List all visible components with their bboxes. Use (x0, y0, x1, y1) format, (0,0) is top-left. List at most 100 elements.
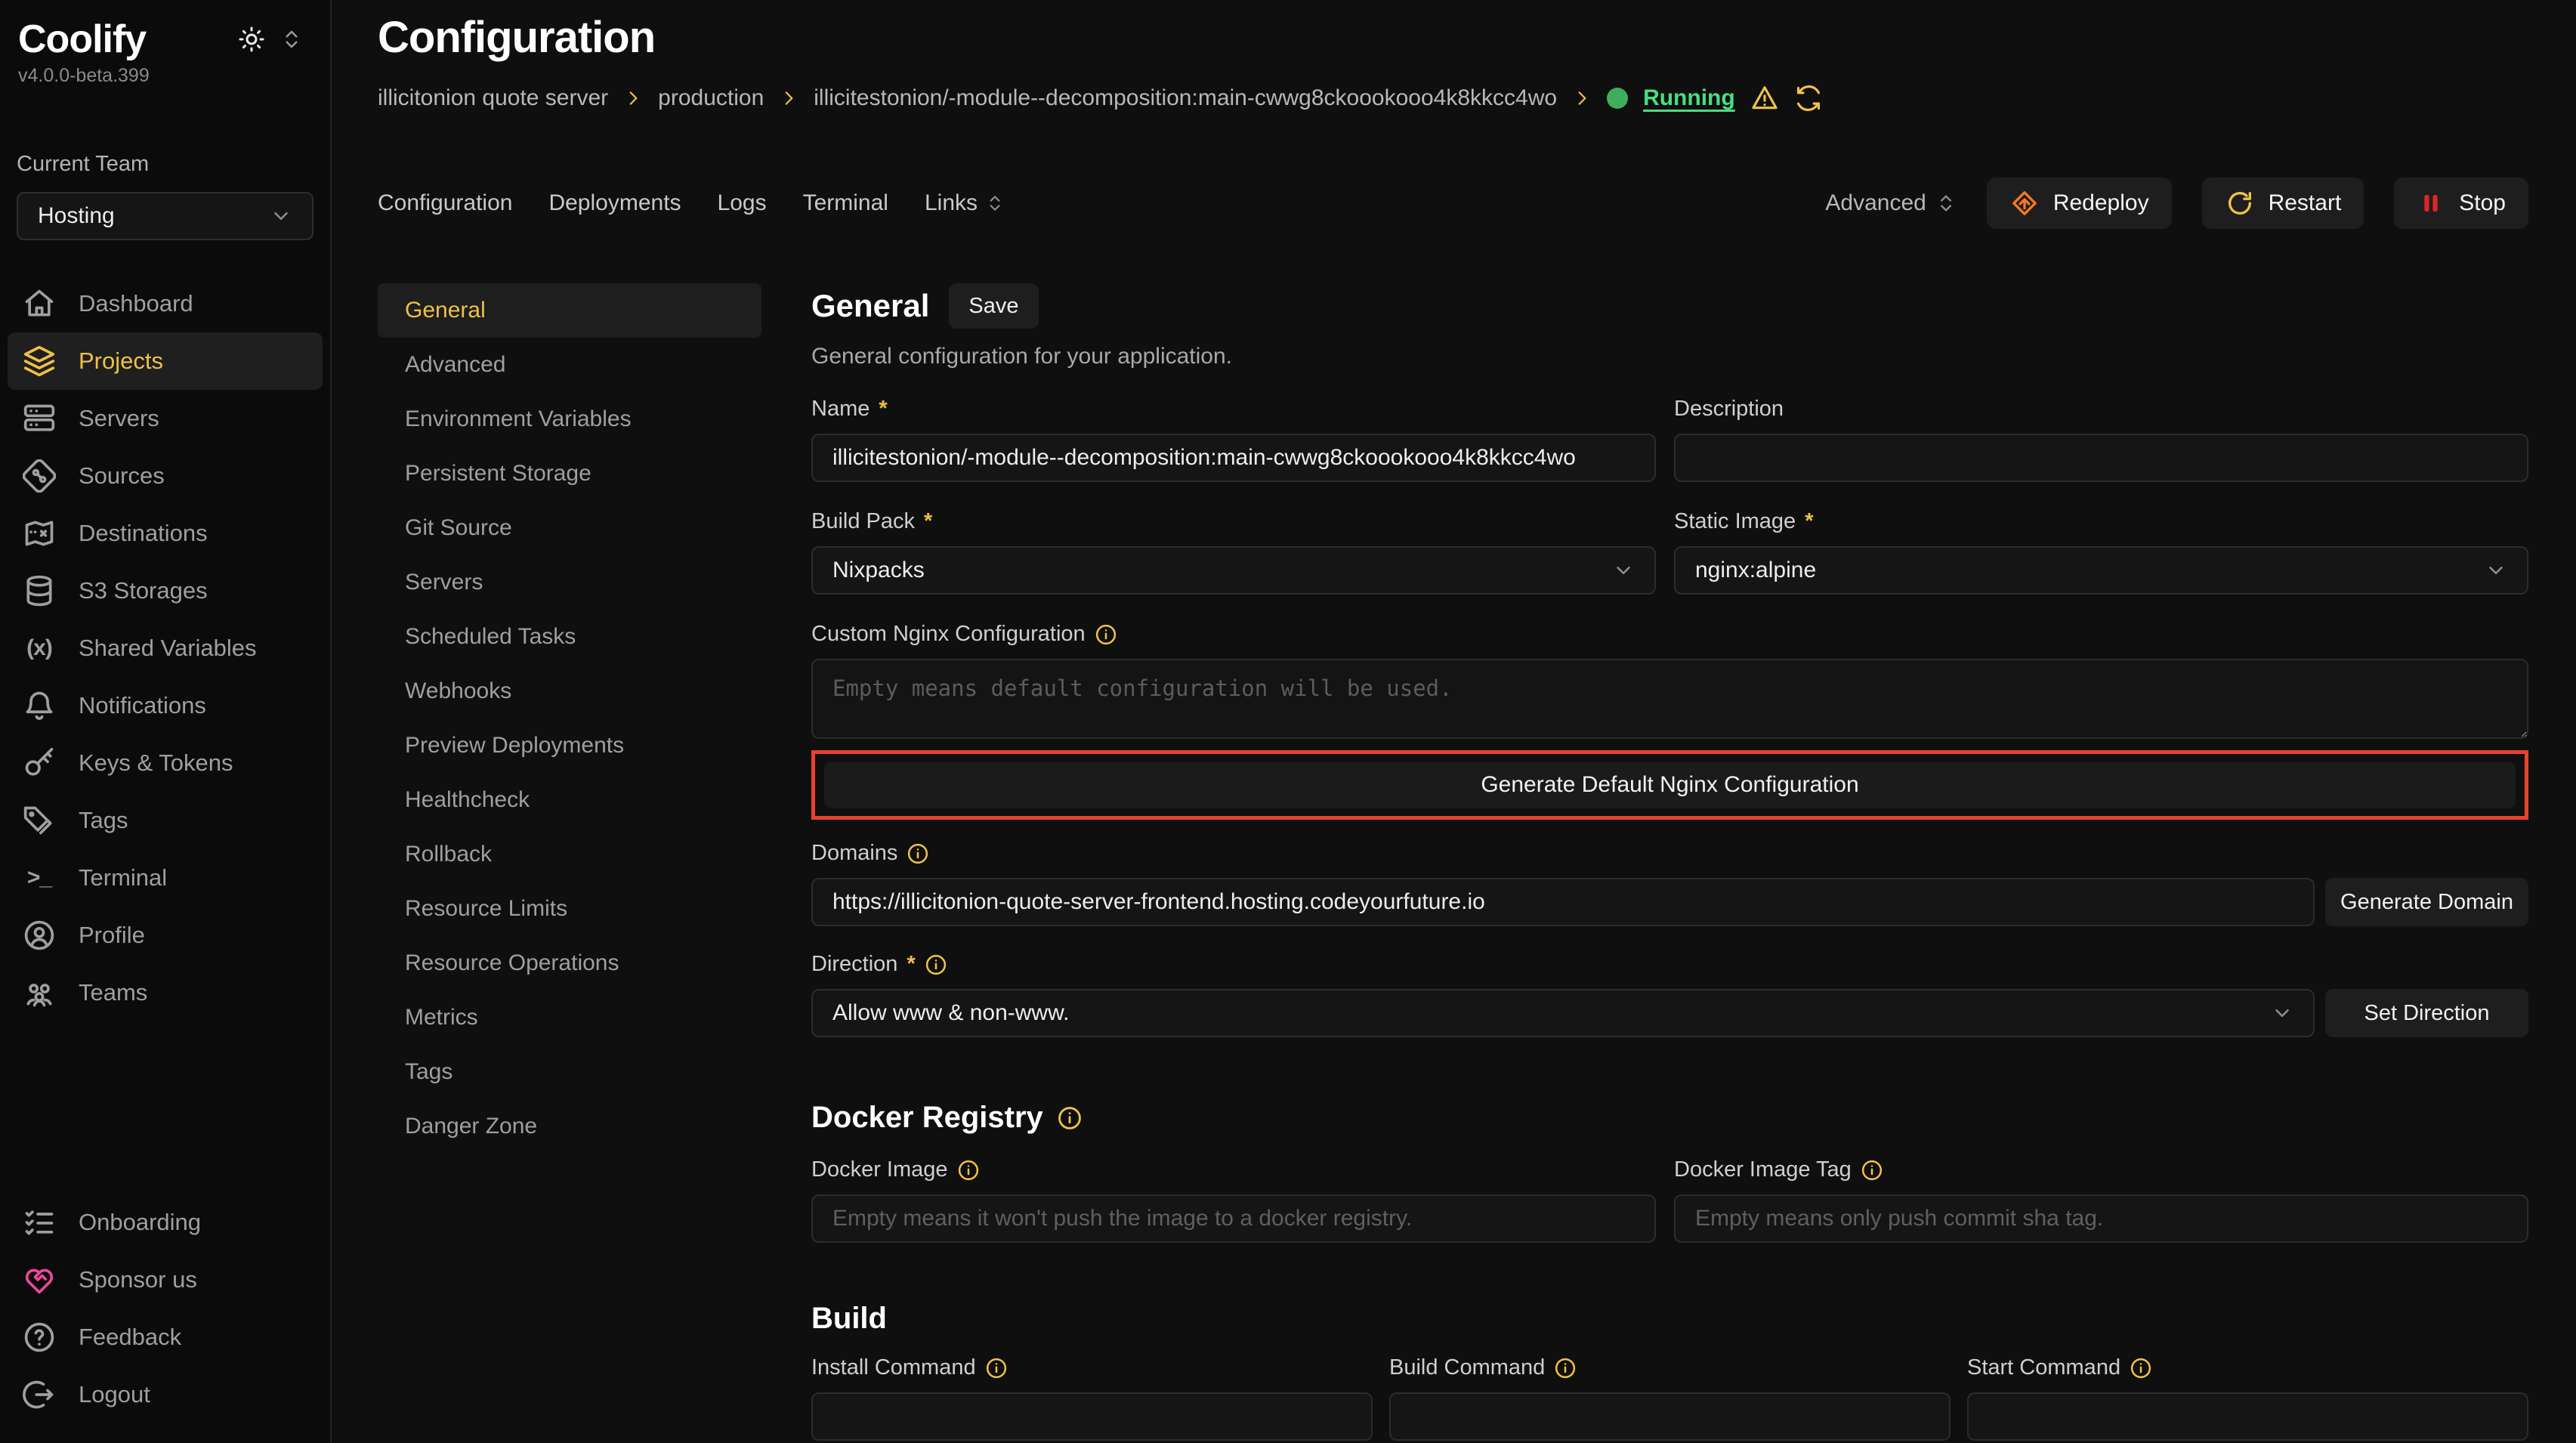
info-icon[interactable] (2130, 1357, 2152, 1380)
theme-sun-icon[interactable] (238, 26, 265, 57)
settings-nav-git-source[interactable]: Git Source (378, 501, 761, 555)
start-command-label: Start Command (1967, 1355, 2120, 1380)
advanced-dropdown[interactable]: Advanced (1825, 190, 1956, 216)
sidebar-item-notifications[interactable]: Notifications (8, 677, 323, 734)
info-icon[interactable] (907, 842, 929, 865)
save-button[interactable]: Save (949, 283, 1038, 329)
domains-input[interactable] (811, 878, 2315, 926)
sidebar-item-label: Dashboard (79, 290, 193, 317)
key-icon (23, 746, 56, 780)
settings-nav-metrics[interactable]: Metrics (378, 990, 761, 1045)
redeploy-button[interactable]: Redeploy (1987, 178, 2172, 229)
team-select[interactable]: Hosting (17, 192, 314, 240)
tab-terminal[interactable]: Terminal (803, 190, 888, 216)
build-command-input[interactable] (1389, 1392, 1951, 1441)
settings-nav-persistent-storage[interactable]: Persistent Storage (378, 446, 761, 501)
direction-select[interactable]: Allow www & non-www. (811, 989, 2315, 1037)
name-input[interactable] (811, 434, 1656, 482)
refresh-icon[interactable] (1794, 84, 1823, 113)
app-logo: Coolify (18, 17, 146, 62)
sidebar-item-keys-tokens[interactable]: Keys & Tokens (8, 734, 323, 792)
build-pack-select[interactable]: Nixpacks (811, 546, 1656, 595)
info-icon[interactable] (1057, 1105, 1083, 1131)
sidebar-item-sponsor-us[interactable]: Sponsor us (8, 1251, 323, 1309)
sidebar-item-tags[interactable]: Tags (8, 792, 323, 849)
info-icon[interactable] (985, 1357, 1008, 1380)
docker-image-input[interactable] (811, 1194, 1656, 1243)
sidebar-item-profile[interactable]: Profile (8, 907, 323, 964)
warning-triangle-icon[interactable] (1750, 84, 1779, 113)
info-icon[interactable] (925, 953, 947, 976)
breadcrumb-application[interactable]: illicitestonion/-module--decomposition:m… (814, 85, 1557, 111)
info-icon[interactable] (1095, 623, 1117, 646)
sidebar-item-feedback[interactable]: Feedback (8, 1309, 323, 1366)
sidebar-item-label: Terminal (79, 864, 167, 891)
sidebar: Coolify v4.0.0-beta.399 Current Team Hos… (0, 0, 332, 1443)
start-command-input[interactable] (1967, 1392, 2528, 1441)
bell-icon (23, 689, 56, 722)
sidebar-item-label: Sponsor us (79, 1266, 197, 1293)
generate-domain-button[interactable]: Generate Domain (2325, 878, 2528, 926)
sidebar-item-shared-variables[interactable]: (x) Shared Variables (8, 620, 323, 677)
tab-logs[interactable]: Logs (718, 190, 767, 216)
sidebar-item-servers[interactable]: Servers (8, 390, 323, 447)
settings-nav-scheduled-tasks[interactable]: Scheduled Tasks (378, 610, 761, 664)
help-circle-icon (23, 1321, 56, 1354)
info-icon[interactable] (957, 1159, 980, 1182)
settings-nav-servers[interactable]: Servers (378, 555, 761, 610)
build-pack-label: Build Pack (811, 509, 915, 534)
theme-chevrons-icon[interactable] (280, 28, 303, 54)
docker-registry-title: Docker Registry (811, 1101, 1043, 1135)
settings-nav-tags[interactable]: Tags (378, 1045, 761, 1099)
sidebar-item-label: Tags (79, 807, 128, 834)
settings-nav-preview-deployments[interactable]: Preview Deployments (378, 718, 761, 773)
status-running-link[interactable]: Running (1643, 85, 1735, 111)
sidebar-item-destinations[interactable]: Destinations (8, 505, 323, 562)
breadcrumb-environment[interactable]: production (658, 85, 764, 111)
settings-nav-rollback[interactable]: Rollback (378, 827, 761, 882)
sidebar-item-onboarding[interactable]: Onboarding (8, 1194, 323, 1251)
direction-label: Direction (811, 952, 897, 977)
domains-label: Domains (811, 841, 897, 866)
server-icon (23, 402, 56, 435)
tab-deployments[interactable]: Deployments (548, 190, 681, 216)
settings-nav-general[interactable]: General (378, 283, 761, 338)
settings-nav-advanced[interactable]: Advanced (378, 338, 761, 392)
info-icon[interactable] (1554, 1357, 1577, 1380)
settings-nav-environment-variables[interactable]: Environment Variables (378, 392, 761, 446)
coolify-app: Coolify v4.0.0-beta.399 Current Team Hos… (0, 0, 2576, 1443)
redeploy-label: Redeploy (2053, 190, 2149, 216)
settings-nav-danger-zone[interactable]: Danger Zone (378, 1099, 761, 1154)
sidebar-item-logout[interactable]: Logout (8, 1366, 323, 1423)
set-direction-button[interactable]: Set Direction (2325, 989, 2528, 1037)
sidebar-item-teams[interactable]: Teams (8, 964, 323, 1021)
status-dot (1607, 88, 1628, 109)
click-annotation-box: Generate Default Nginx Configuration (811, 750, 2528, 820)
breadcrumb-project[interactable]: illicitonion quote server (378, 85, 608, 111)
generate-default-nginx-button[interactable]: Generate Default Nginx Configuration (824, 762, 2516, 808)
settings-nav-healthcheck[interactable]: Healthcheck (378, 773, 761, 827)
sidebar-item-s3-storages[interactable]: S3 Storages (8, 562, 323, 620)
layers-icon (23, 345, 56, 378)
custom-nginx-textarea[interactable] (811, 659, 2528, 739)
settings-nav-resource-limits[interactable]: Resource Limits (378, 882, 761, 936)
install-command-input[interactable] (811, 1392, 1373, 1441)
sidebar-item-projects[interactable]: Projects (8, 332, 323, 390)
sidebar-item-label: Logout (79, 1381, 150, 1408)
docker-image-tag-input[interactable] (1674, 1194, 2528, 1243)
sidebar-item-label: Sources (79, 462, 165, 490)
stop-button[interactable]: Stop (2394, 178, 2528, 229)
description-input[interactable] (1674, 434, 2528, 482)
tab-configuration[interactable]: Configuration (378, 190, 512, 216)
sidebar-item-terminal[interactable]: >_ Terminal (8, 849, 323, 907)
tab-links[interactable]: Links (925, 190, 1005, 216)
settings-nav-webhooks[interactable]: Webhooks (378, 664, 761, 718)
sidebar-item-label: Servers (79, 405, 159, 432)
settings-nav-resource-operations[interactable]: Resource Operations (378, 936, 761, 990)
sidebar-item-dashboard[interactable]: Dashboard (8, 275, 323, 332)
static-image-select[interactable]: nginx:alpine (1674, 546, 2528, 595)
sidebar-item-sources[interactable]: Sources (8, 447, 323, 505)
info-icon[interactable] (1861, 1159, 1883, 1182)
advanced-label: Advanced (1825, 190, 1926, 216)
restart-button[interactable]: Restart (2202, 178, 2364, 229)
